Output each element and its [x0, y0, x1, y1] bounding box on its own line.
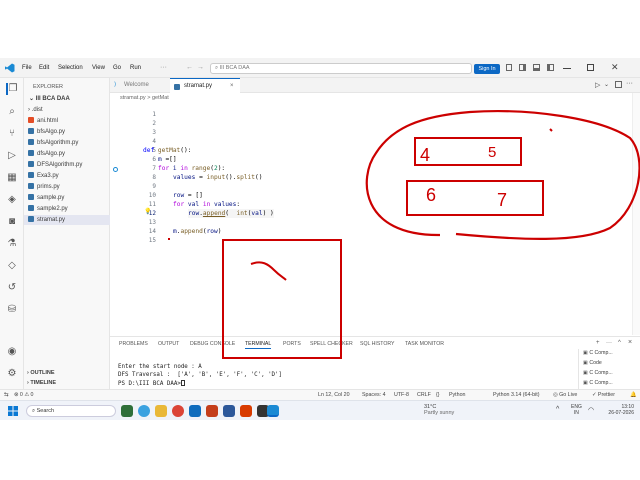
- ink-mark: [549, 128, 553, 132]
- ink-squiggle: [250, 261, 287, 281]
- ink-lasso: [365, 110, 640, 241]
- ink-number: 6: [426, 185, 436, 205]
- ink-annotation-layer: 4 5 6 7: [222, 110, 640, 359]
- ink-box-bottom: [222, 239, 342, 359]
- vscode-window: File Edit Selection View Go Run ··· ← → …: [0, 58, 640, 420]
- ink-box-row-1: [414, 137, 522, 166]
- ink-number: 7: [497, 190, 507, 210]
- ink-number: 4: [420, 145, 430, 165]
- ink-number: 5: [488, 144, 496, 161]
